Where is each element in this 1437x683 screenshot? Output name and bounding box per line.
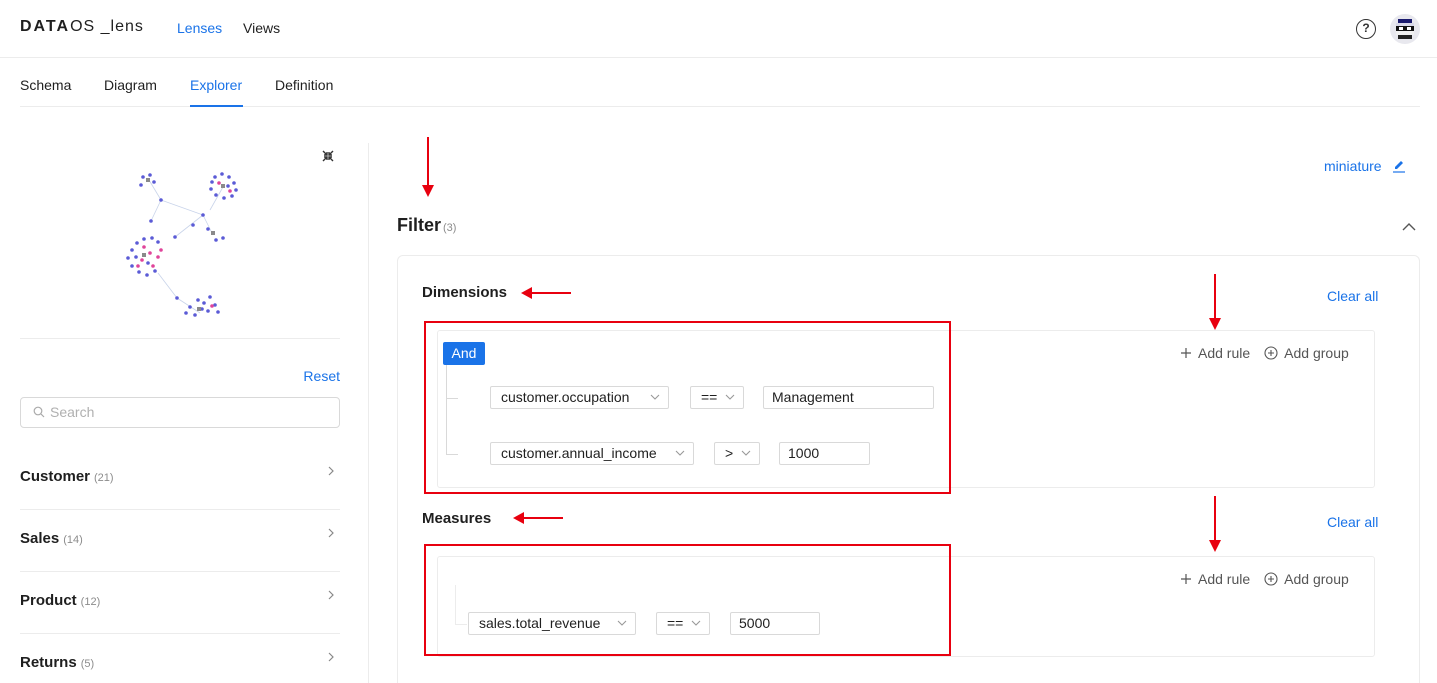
add-group-button[interactable]: Add group [1264,571,1349,587]
lens-tabs: Schema Diagram Explorer Definition [20,59,1420,107]
avatar[interactable] [1390,14,1420,44]
dimensions-clear-all[interactable]: Clear all [1327,288,1378,304]
search-input[interactable] [50,404,330,420]
add-rule-button[interactable]: Add rule [1180,345,1250,361]
annotation-arrow-down [1209,496,1221,552]
entity-product[interactable]: Product (12) [20,572,340,634]
help-icon[interactable]: ? [1356,19,1376,39]
sidebar-divider [20,338,340,339]
tab-explorer[interactable]: Explorer [190,77,242,93]
annotation-arrow-down [422,137,434,197]
annotation-arrow-left [513,512,563,524]
lens-name-link[interactable]: miniature [1324,158,1382,174]
annotation-highlight-box [424,321,951,494]
annotation-arrow-down [1209,274,1221,330]
plus-circle-icon [1264,346,1278,360]
edit-icon[interactable] [1392,159,1406,173]
collapse-expand-icon[interactable] [320,148,336,164]
chevron-right-icon [328,652,334,662]
tab-schema[interactable]: Schema [20,77,71,93]
entity-name: Returns (5) [20,654,95,671]
entity-name: Product (12) [20,592,101,609]
dimensions-title: Dimensions [422,284,508,301]
tab-definition[interactable]: Definition [275,77,333,93]
dimensions-actions: Add rule Add group [1180,345,1349,361]
measures-title: Measures [422,510,492,527]
plus-icon [1181,574,1191,584]
chevron-right-icon [328,528,334,538]
annotation-arrow-left [521,287,571,299]
entity-customer[interactable]: Customer (21) [20,448,340,510]
nav-views[interactable]: Views [243,20,280,36]
entity-name: Customer (21) [20,468,114,485]
entity-returns[interactable]: Returns (5) [20,634,340,683]
add-group-button[interactable]: Add group [1264,345,1349,361]
dataos-lens-logo[interactable]: DATAOS _lens [20,18,144,36]
add-rule-button[interactable]: Add rule [1180,571,1250,587]
schema-graph-minimap[interactable] [120,165,250,320]
reset-link[interactable]: Reset [303,368,340,384]
tab-diagram[interactable]: Diagram [104,77,157,93]
panel-divider [368,143,369,683]
active-tab-indicator [190,105,243,107]
chevron-right-icon [328,590,334,600]
entity-name: Sales (14) [20,530,83,547]
filter-title: Filter (3) [397,215,457,235]
entity-sales[interactable]: Sales (14) [20,510,340,572]
measures-clear-all[interactable]: Clear all [1327,514,1378,530]
top-bar: DATAOS _lens Lenses Views ? [0,0,1437,58]
annotation-highlight-box [424,544,951,656]
plus-circle-icon [1264,572,1278,586]
measures-actions: Add rule Add group [1180,571,1349,587]
chevron-up-icon[interactable] [1401,220,1417,232]
search-icon [33,406,45,418]
nav-lenses[interactable]: Lenses [177,20,222,36]
plus-icon [1181,348,1191,358]
chevron-right-icon [328,466,334,476]
search-box[interactable] [20,397,340,428]
